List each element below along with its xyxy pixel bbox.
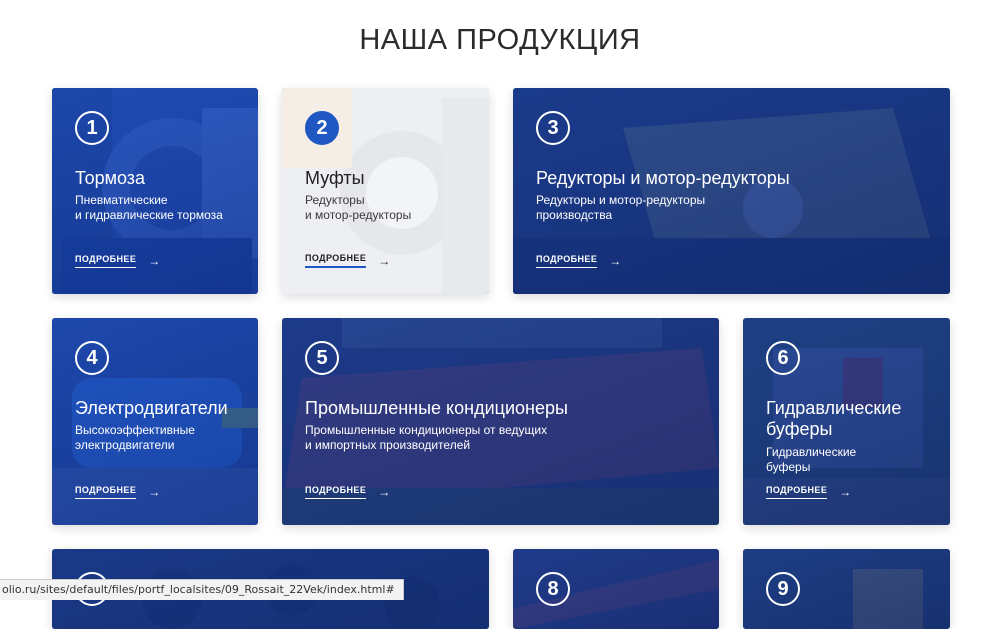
product-card-industrial-conditioners[interactable]: 5 Промышленные кондиционеры Промышленные… [282,318,719,525]
card-number-badge: 6 [766,341,800,375]
more-link-label: ПОДРОБНЕЕ [75,254,137,268]
more-link[interactable]: ПОДРОБНЕЕ → [75,254,160,268]
more-link[interactable]: ПОДРОБНЕЕ → [75,485,160,499]
card-number-badge: 1 [75,111,109,145]
card-description: Пневматические и гидравлические тормоза [75,193,223,222]
product-card-9[interactable]: 9 [743,549,950,629]
arrow-right-icon: → [839,485,852,499]
more-link[interactable]: ПОДРОБНЕЕ → [536,254,621,268]
product-card-couplings[interactable]: 2 Муфты Редукторы и мотор-редукторы ПОДР… [282,88,489,294]
product-card-electric-motors[interactable]: 4 Электродвигатели Высокоэффективные эле… [52,318,258,525]
page-title: НАША ПРОДУКЦИЯ [359,24,641,56]
card-title: Редукторы и мотор-редукторы [536,168,790,188]
more-link-label: ПОДРОБНЕЕ [75,485,137,499]
more-link[interactable]: ПОДРОБНЕЕ → [766,485,851,499]
card-description: Редукторы и мотор-редукторы [305,193,412,222]
arrow-right-icon: → [378,253,391,268]
card-number-badge: 5 [305,341,339,375]
card-number-badge: 4 [75,341,109,375]
product-card-brakes[interactable]: 1 Тормоза Пневматические и гидравлически… [52,88,258,294]
card-description: Промышленные кондиционеры от ведущих и и… [305,423,548,452]
card-title: Промышленные кондиционеры [305,398,568,418]
more-link-label: ПОДРОБНЕЕ [536,254,598,268]
card-description: Высокоэффективные электродвигатели [75,423,195,452]
card-description: Редукторы и мотор-редукторы производства [536,193,706,222]
more-link-label: ПОДРОБНЕЕ [766,485,828,499]
more-link-label: ПОДРОБНЕЕ [305,253,367,268]
card-title: Гидравлические буферы [766,398,902,439]
arrow-right-icon: → [609,254,622,268]
product-card-hydraulic-buffers[interactable]: 6 Гидравлические буферы Гидравлические б… [743,318,950,525]
card-title: Электродвигатели [75,398,228,418]
card-title: Муфты [305,168,365,188]
more-link-label: ПОДРОБНЕЕ [305,485,367,499]
arrow-right-icon: → [148,485,161,499]
card-number-badge: 3 [536,111,570,145]
card-title: Тормоза [75,168,146,188]
more-link[interactable]: ПОДРОБНЕЕ → [305,253,390,268]
product-card-8[interactable]: 8 [513,549,719,629]
more-link[interactable]: ПОДРОБНЕЕ → [305,485,390,499]
arrow-right-icon: → [148,254,161,268]
browser-status-bar-url: olio.ru/sites/default/files/portf_locals… [0,579,404,600]
card-number-badge: 2 [305,111,339,145]
card-description: Гидравлические буферы [766,445,857,474]
card-number-badge: 9 [766,572,800,606]
product-card-gearboxes[interactable]: 3 Редукторы и мотор-редукторы Редукторы … [513,88,950,294]
card-number-badge: 8 [536,572,570,606]
arrow-right-icon: → [378,485,391,499]
